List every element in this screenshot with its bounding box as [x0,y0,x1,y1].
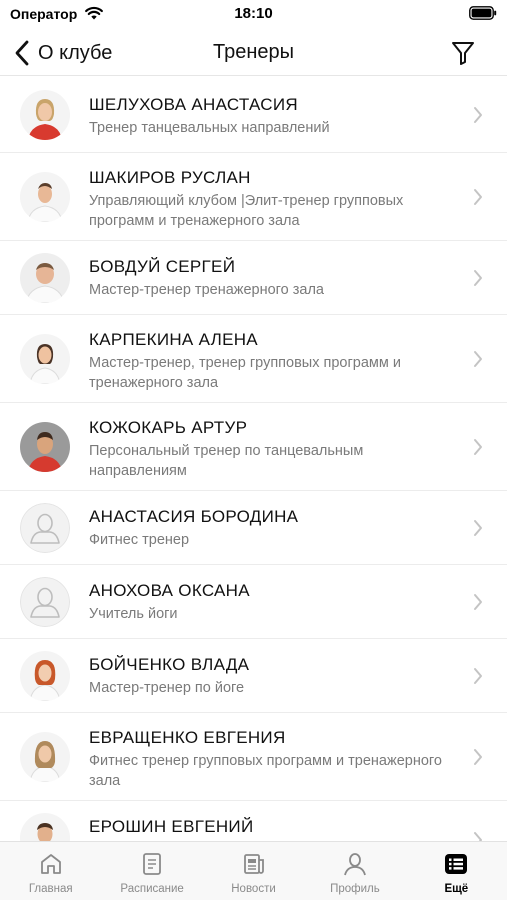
person-placeholder-icon [20,503,70,553]
trainer-photo [20,90,70,140]
trainer-row[interactable]: ШЕЛУХОВА АНАСТАСИЯ Тренер танцевальных н… [0,77,507,153]
tab-label: Новости [231,883,276,895]
trainer-name: БОЙЧЕНКО ВЛАДА [89,655,250,674]
tab-more[interactable]: Ещё [406,842,507,900]
trainer-photo [20,172,70,222]
trainer-row[interactable]: ЕРОШИН ЕВГЕНИЙ [0,801,507,841]
trainer-role: Тренер танцевальных направлений [89,120,330,136]
back-button[interactable]: О клубе [14,38,112,68]
status-time: 18:10 [234,5,273,22]
trainer-name: ЕРОШИН ЕВГЕНИЙ [89,817,254,836]
back-chevron-icon [15,40,29,66]
trainer-role: Фитнес тренер [89,532,190,548]
tab-label: Ещё [444,883,469,895]
trainer-row[interactable]: ШАКИРОВ РУСЛАН Управляющий клубом |Элит-… [0,153,507,241]
more-list-icon [445,854,468,874]
trainer-row[interactable]: БОВДУЙ СЕРГЕЙ Мастер-тренер тренажерного… [0,241,507,315]
chevron-right-icon [474,832,482,841]
tab-schedule[interactable]: Расписание [101,842,202,900]
tab-news[interactable]: Новости [203,842,304,900]
trainer-name: КАРПЕКИНА АЛЕНА [89,330,258,349]
battery-icon [469,6,497,20]
trainer-name: ЕВРАЩЕНКО ЕВГЕНИЯ [89,728,286,747]
tab-bar: Главная Расписание Новости Профиль Ещё [0,841,507,900]
tab-label: Главная [28,883,73,895]
chevron-right-icon [474,351,482,367]
trainer-row[interactable]: АНОХОВА ОКСАНА Учитель йоги [0,565,507,639]
tab-label: Расписание [120,883,184,895]
trainer-role: Мастер-тренер по йоге [89,680,245,696]
chevron-right-icon [474,749,482,765]
schedule-icon [143,853,162,875]
navigation-bar: О клубе Тренеры [0,30,507,76]
chevron-right-icon [474,594,482,610]
trainer-photo [20,651,70,701]
chevron-right-icon [474,107,482,123]
trainer-role: Мастер-тренер тренажерного зала [89,282,324,298]
trainer-row[interactable]: БОЙЧЕНКО ВЛАДА Мастер-тренер по йоге [0,639,507,713]
trainer-role: Учитель йоги [89,606,178,622]
trainer-role: Мастер-тренер, тренер групповых программ… [89,355,401,391]
home-icon [40,854,61,874]
trainer-photo [20,732,70,782]
chevron-right-icon [474,668,482,684]
tab-label: Профиль [330,883,380,895]
trainer-name: АНОХОВА ОКСАНА [89,581,250,600]
trainer-role: Фитнес тренер групповых программ и трена… [89,753,442,789]
trainer-row[interactable]: КОЖОКАРЬ АРТУР Персональный тренер по та… [0,403,507,491]
trainer-role: Управляющий клубом |Элит-тренер групповы… [89,193,404,229]
tab-home[interactable]: Главная [0,842,101,900]
filter-icon[interactable] [449,39,477,67]
chevron-right-icon [474,270,482,286]
trainer-photo [20,422,70,472]
trainer-name: КОЖОКАРЬ АРТУР [89,418,248,437]
trainer-row[interactable]: КАРПЕКИНА АЛЕНА Мастер-тренер, тренер гр… [0,315,507,403]
trainer-name: ШЕЛУХОВА АНАСТАСИЯ [89,95,298,114]
tab-profile[interactable]: Профиль [304,842,405,900]
trainer-photo [20,334,70,384]
trainer-role: Персональный тренер по танцевальным напр… [89,443,364,479]
profile-icon [344,853,366,876]
chevron-right-icon [474,189,482,205]
chevron-right-icon [474,520,482,536]
chevron-right-icon [474,439,482,455]
trainer-row[interactable]: ЕВРАЩЕНКО ЕВГЕНИЯ Фитнес тренер групповы… [0,713,507,801]
trainer-name: БОВДУЙ СЕРГЕЙ [89,257,236,276]
trainer-photo [20,253,70,303]
trainer-name: ШАКИРОВ РУСЛАН [89,168,251,187]
trainer-name: АНАСТАСИЯ БОРОДИНА [89,507,299,526]
back-label: О клубе [38,41,113,64]
news-icon [243,854,264,874]
trainer-photo [20,813,70,841]
status-bar: Оператор 18:10 [0,0,507,30]
person-placeholder-icon [20,577,70,627]
trainer-list: ШЕЛУХОВА АНАСТАСИЯ Тренер танцевальных н… [0,77,507,841]
trainer-row[interactable]: АНАСТАСИЯ БОРОДИНА Фитнес тренер [0,491,507,565]
